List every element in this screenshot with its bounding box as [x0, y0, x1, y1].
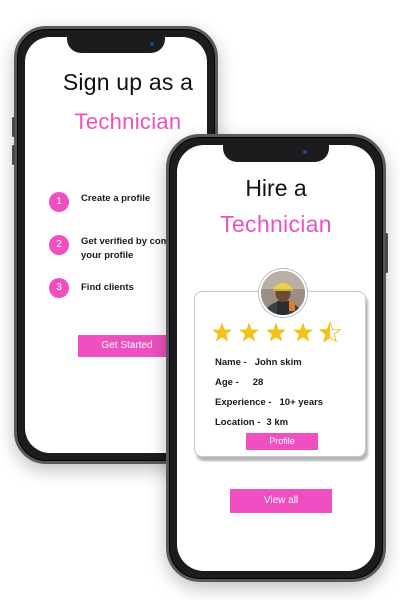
detail-value: 10+ years [279, 397, 324, 408]
step-label: Create a profile [81, 193, 151, 204]
detail-name: Name - John skim [215, 357, 302, 368]
star-icon [266, 322, 286, 342]
rating-stars [212, 321, 342, 343]
get-started-button[interactable]: Get Started [78, 335, 176, 357]
mockup-stage: Sign up as a Technician 1 Create a profi… [0, 0, 400, 600]
detail-experience: Experience - 10+ years [215, 397, 323, 408]
step-number-badge: 3 [49, 278, 69, 298]
volume-down-button [12, 145, 15, 165]
step-number-badge: 1 [49, 192, 69, 212]
camera-icon [150, 42, 154, 46]
technician-avatar-icon[interactable] [259, 269, 307, 317]
detail-label: Age - [215, 377, 239, 388]
detail-label: Experience - [215, 397, 272, 408]
hire-title: Hire a [245, 175, 307, 201]
star-icon [212, 322, 232, 342]
star-icon [293, 322, 313, 342]
hire-screen: Hire a Technician Name - John skim Age -… [177, 145, 375, 571]
notch [223, 145, 329, 162]
power-button [385, 233, 388, 273]
hire-phone: Hire a Technician Name - John skim Age -… [166, 134, 388, 582]
detail-label: Location - [215, 417, 261, 428]
step-label: Find clients [81, 282, 134, 293]
star-icon [318, 321, 342, 343]
detail-location: Location - 3 km [215, 417, 288, 428]
detail-age: Age - 28 [215, 377, 263, 388]
detail-value: 3 km [266, 417, 289, 428]
signup-title: Sign up as a [62, 69, 194, 95]
detail-label: Name - [215, 357, 247, 368]
detail-value: John skim [254, 357, 302, 368]
signup-subtitle: Technician [74, 109, 182, 134]
hire-subtitle: Technician [220, 211, 332, 237]
volume-up-button [12, 117, 15, 137]
step-number-badge: 2 [49, 235, 69, 255]
view-all-button[interactable]: View all [230, 489, 332, 513]
detail-value: 28 [252, 377, 264, 388]
profile-button[interactable]: Profile [246, 433, 318, 450]
step-label: Get verified by comp your profile [81, 236, 175, 261]
camera-icon [303, 150, 307, 154]
star-icon [239, 322, 259, 342]
